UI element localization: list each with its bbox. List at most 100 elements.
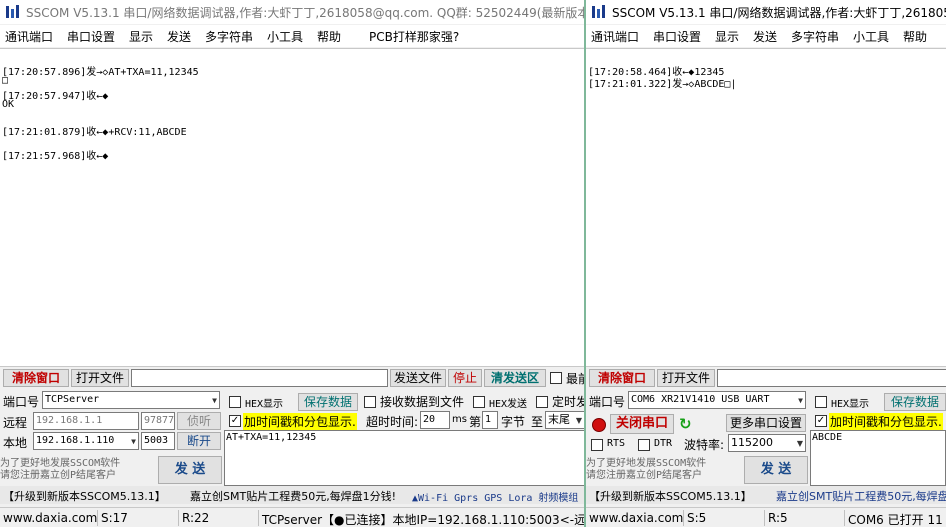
status-bar: www.daxia.com S:5 R:5 COM6 已打开 11 [586,507,946,527]
open-file-button[interactable]: 打开文件 [657,369,715,387]
remote-port-input[interactable]: 97877 [141,412,175,430]
register-note-1: 为了更好地发展SSCOM软件 [586,458,707,469]
receive-area[interactable]: [17:20:57.896]发→◇AT+TXA=11,12345 □ [17:2… [0,48,584,367]
send-file-button[interactable]: 发送文件 [390,369,446,387]
status-received: R:5 [768,511,788,525]
log-line: [17:21:57.968]收←◆ [2,151,109,162]
local-label: 本地 [3,436,28,450]
dtr-checkbox[interactable] [638,439,650,451]
hex-send-checkbox[interactable] [473,396,485,408]
timed-send-checkbox[interactable] [536,396,548,408]
menu-serial-settings[interactable]: 串口设置 [653,28,701,45]
ad-bar: 【升级到新版本SSCOM5.13.1】 嘉立创SMT贴片工程费50元,每焊盘1分… [0,486,584,504]
menu-bar: 通讯端口 串口设置 显示 发送 多字符串 小工具 帮助 [586,25,946,47]
receive-area[interactable]: [17:20:58.464]收←◆12345 [17:21:01.322]发→◇… [586,48,946,367]
hex-display-checkbox[interactable] [229,396,241,408]
clear-window-button[interactable]: 清除窗口 [589,369,655,387]
menu-comm-port[interactable]: 通讯端口 [5,28,53,45]
timed-send-label: 定时发 [552,395,584,409]
baud-rate-select[interactable]: 115200 [728,434,806,452]
status-sent: S:5 [687,511,707,525]
local-port-input[interactable]: 5003 [141,432,175,450]
log-line: [17:20:57.947]收←◆ [2,91,109,102]
dtr-label: DTR [654,438,673,449]
timestamp-checkbox[interactable]: ✓ [815,415,827,427]
always-on-top-checkbox[interactable] [550,372,562,384]
menu-send[interactable]: 发送 [167,28,191,45]
menu-tools[interactable]: 小工具 [853,28,889,45]
menu-tools[interactable]: 小工具 [267,28,303,45]
file-toolbar: 清除窗口 打开文件 发送文件 停止 清发送区 最前 [0,368,584,388]
title-bar[interactable]: SSCOM V5.13.1 串口/网络数据调试器,作者:大虾丁丁,2618058 [586,0,946,24]
clear-window-button[interactable]: 清除窗口 [3,369,69,387]
menu-help[interactable]: 帮助 [317,28,341,45]
port-select[interactable]: COM6 XR21V1410 USB UART [628,391,806,409]
ad-smt-link[interactable]: 嘉立创SMT贴片工程费50元,每焊盘1 [776,488,946,504]
timeout-input[interactable]: 20 [420,411,450,429]
menu-multi-string[interactable]: 多字符串 [791,28,839,45]
hex-display-checkbox[interactable] [815,396,827,408]
file-path-input[interactable] [131,369,388,387]
menu-bar: 通讯端口 串口设置 显示 发送 多字符串 小工具 帮助 PCB打样那家强? [0,25,584,47]
end-select[interactable]: 末尾 [545,411,584,429]
port-label: 端口号 [3,395,40,409]
ad-upgrade-link[interactable]: 【升级到新版本SSCOM5.13.1】 [589,488,752,504]
sscom-window-tcp: SSCOM V5.13.1 串口/网络数据调试器,作者:大虾丁丁,2618058… [0,0,584,527]
ad-bar: 【升级到新版本SSCOM5.13.1】 嘉立创SMT贴片工程费50元,每焊盘1 [586,486,946,504]
save-data-button[interactable]: 保存数据 [884,393,946,411]
menu-display[interactable]: 显示 [129,28,153,45]
byte-label: 字节 [501,415,526,429]
send-input[interactable]: ABCDE [810,430,946,486]
menu-pcb-ad[interactable]: PCB打样那家强? [369,28,459,45]
save-data-button[interactable]: 保存数据 [298,393,358,411]
menu-help[interactable]: 帮助 [903,28,927,45]
status-website[interactable]: www.daxia.com [3,511,97,525]
listen-button[interactable]: 侦听 [177,412,221,430]
status-website[interactable]: www.daxia.com [589,511,683,525]
always-on-top-label: 最前 [566,372,584,386]
close-port-button[interactable]: 关闭串口 [610,414,674,434]
ad-smt-link[interactable]: 嘉立创SMT贴片工程费50元,每焊盘1分钱! [190,488,396,504]
log-line: [17:20:57.896]发→◇AT+TXA=11,12345 [2,67,199,78]
menu-multi-string[interactable]: 多字符串 [205,28,253,45]
stop-button[interactable]: 停止 [448,369,482,387]
byte-index-input[interactable]: 1 [482,411,498,429]
status-bar: www.daxia.com S:17 R:22 TCPserver【●已连接】本… [0,507,584,527]
more-serial-settings-button[interactable]: 更多串口设置 [726,414,806,432]
register-note-2: 请您注册嘉立创P结尾客户 [0,470,117,481]
refresh-icon[interactable]: ↻ [679,415,692,433]
rts-checkbox[interactable] [591,439,603,451]
remote-ip-input[interactable]: 192.168.1.1 [33,412,139,430]
recv-to-file-checkbox[interactable] [364,396,376,408]
send-text: AT+TXA=11,12345 [226,432,317,443]
hex-display-label: HEX显示 [831,399,870,410]
ad-upgrade-link[interactable]: 【升级到新版本SSCOM5.13.1】 [3,488,166,504]
log-line: [17:21:01.322]发→◇ABCDE□| [588,79,737,90]
menu-comm-port[interactable]: 通讯端口 [591,28,639,45]
ms-label: ms [452,414,467,425]
send-input[interactable]: AT+TXA=11,12345 [224,430,584,486]
file-path-input[interactable] [717,369,946,387]
clear-send-button[interactable]: 清发送区 [484,369,546,387]
menu-display[interactable]: 显示 [715,28,739,45]
send-button[interactable]: 发 送 [744,456,808,484]
ad-wifi-link[interactable]: ▲Wi-Fi Gprs GPS Lora 射频模组 [412,489,578,504]
status-port: COM6 已打开 11 [848,513,943,527]
local-ip-select[interactable]: 192.168.1.110 [33,432,139,450]
menu-send[interactable]: 发送 [753,28,777,45]
baud-rate-label: 波特率: [684,438,725,452]
status-sent: S:17 [101,511,128,525]
open-file-button[interactable]: 打开文件 [71,369,129,387]
disconnect-button[interactable]: 断开 [177,432,221,450]
port-select[interactable]: TCPServer [42,391,220,409]
send-button[interactable]: 发 送 [158,456,222,484]
status-connection: TCPserver【●已连接】本地IP=192.168.1.110:5003<-… [262,513,584,527]
hex-send-label: HEX发送 [489,399,528,410]
menu-serial-settings[interactable]: 串口设置 [67,28,115,45]
title-bar[interactable]: SSCOM V5.13.1 串口/网络数据调试器,作者:大虾丁丁,2618058… [0,0,584,24]
file-toolbar: 清除窗口 打开文件 [586,368,946,388]
log-line: [17:21:01.879]收←◆+RCV:11,ABCDE [2,127,187,138]
sscom-logo-icon [6,5,19,18]
timestamp-checkbox[interactable]: ✓ [229,415,241,427]
window-title: SSCOM V5.13.1 串口/网络数据调试器,作者:大虾丁丁,2618058… [26,6,584,20]
